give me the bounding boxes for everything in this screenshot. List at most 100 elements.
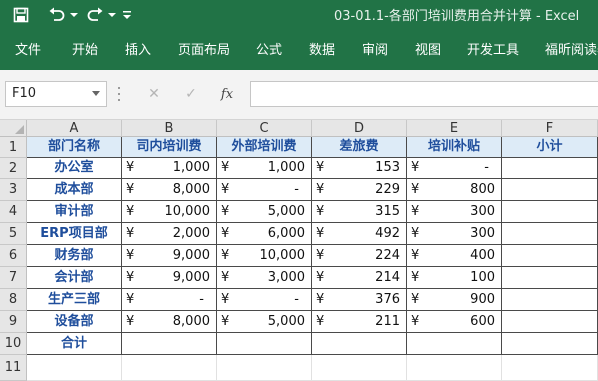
table-header-cell[interactable]: 培训补贴: [407, 137, 502, 158]
amount-cell[interactable]: ¥153: [312, 158, 407, 179]
department-name-cell[interactable]: ERP项目部: [27, 223, 122, 245]
amount-cell[interactable]: ¥1,000: [122, 158, 217, 179]
tab-file[interactable]: 文件: [15, 39, 41, 58]
table-header-cell[interactable]: 小计: [502, 137, 598, 158]
department-name-cell[interactable]: 成本部: [27, 179, 122, 201]
subtotal-cell[interactable]: [502, 245, 598, 267]
empty-cell[interactable]: [407, 355, 502, 381]
tab-foxit-reader[interactable]: 福昕阅读器: [545, 39, 598, 58]
amount-cell[interactable]: ¥900: [407, 289, 502, 311]
row-header-7[interactable]: 7: [0, 267, 27, 289]
department-name-cell[interactable]: 办公室: [27, 158, 122, 179]
column-header-a[interactable]: A: [27, 120, 122, 137]
amount-cell[interactable]: ¥5,000: [217, 311, 312, 333]
subtotal-cell[interactable]: [502, 267, 598, 289]
amount-cell[interactable]: ¥ -: [217, 289, 312, 311]
total-cell[interactable]: [122, 333, 217, 355]
total-cell[interactable]: [407, 333, 502, 355]
insert-function-icon[interactable]: fx: [216, 83, 238, 105]
table-header-cell[interactable]: 部门名称: [27, 137, 122, 158]
total-cell[interactable]: [312, 333, 407, 355]
tab-home[interactable]: 开始: [72, 39, 98, 58]
table-header-cell[interactable]: 外部培训费: [217, 137, 312, 158]
name-box[interactable]: F10: [5, 81, 107, 107]
column-header-f[interactable]: F: [502, 120, 598, 137]
redo-dropdown-icon[interactable]: [106, 4, 118, 26]
column-header-d[interactable]: D: [312, 120, 407, 137]
tab-insert[interactable]: 插入: [125, 39, 151, 58]
cancel-icon[interactable]: ✕: [143, 83, 165, 105]
amount-cell[interactable]: ¥10,000: [217, 245, 312, 267]
tab-page-layout[interactable]: 页面布局: [178, 39, 230, 58]
column-header-e[interactable]: E: [407, 120, 502, 137]
subtotal-cell[interactable]: [502, 311, 598, 333]
department-name-cell[interactable]: 设备部: [27, 311, 122, 333]
customize-qat-icon[interactable]: [120, 4, 134, 26]
total-cell[interactable]: [502, 333, 598, 355]
column-header-b[interactable]: B: [122, 120, 217, 137]
undo-icon[interactable]: [46, 4, 68, 26]
amount-cell[interactable]: ¥3,000: [217, 267, 312, 289]
amount-cell[interactable]: ¥6,000: [217, 223, 312, 245]
row-header-10[interactable]: 10: [0, 333, 27, 355]
row-header-2[interactable]: 2: [0, 158, 27, 179]
amount-cell[interactable]: ¥300: [407, 223, 502, 245]
amount-cell[interactable]: ¥10,000: [122, 201, 217, 223]
empty-cell[interactable]: [217, 355, 312, 381]
empty-cell[interactable]: [122, 355, 217, 381]
department-name-cell[interactable]: 生产三部: [27, 289, 122, 311]
amount-cell[interactable]: ¥229: [312, 179, 407, 201]
tab-review[interactable]: 审阅: [362, 39, 388, 58]
empty-cell[interactable]: [312, 355, 407, 381]
row-header-9[interactable]: 9: [0, 311, 27, 333]
column-header-c[interactable]: C: [217, 120, 312, 137]
total-label-cell[interactable]: 合计: [27, 333, 122, 355]
row-header-5[interactable]: 5: [0, 223, 27, 245]
chevron-down-icon[interactable]: [92, 91, 100, 96]
department-name-cell[interactable]: 会计部: [27, 267, 122, 289]
undo-dropdown-icon[interactable]: [68, 4, 80, 26]
row-header-1[interactable]: 1: [0, 137, 27, 158]
redo-icon[interactable]: [84, 4, 106, 26]
formula-input[interactable]: [250, 81, 598, 107]
table-header-cell[interactable]: 司内培训费: [122, 137, 217, 158]
amount-cell[interactable]: ¥211: [312, 311, 407, 333]
empty-cell[interactable]: [502, 355, 598, 381]
amount-cell[interactable]: ¥5,000: [217, 201, 312, 223]
row-header-8[interactable]: 8: [0, 289, 27, 311]
worksheet-grid[interactable]: A B C D E F 1 2 3 4 5 6 7 8 9 10 11 部门名称 司内培训费 外部培训费 差旅费 培训补贴…: [0, 120, 598, 381]
department-name-cell[interactable]: 审计部: [27, 201, 122, 223]
drag-handle-icon[interactable]: [118, 87, 121, 101]
amount-cell[interactable]: ¥ -: [122, 289, 217, 311]
amount-cell[interactable]: ¥ -: [407, 158, 502, 179]
subtotal-cell[interactable]: [502, 201, 598, 223]
tab-view[interactable]: 视图: [415, 39, 441, 58]
tab-developer[interactable]: 开发工具: [467, 39, 519, 58]
subtotal-cell[interactable]: [502, 158, 598, 179]
amount-cell[interactable]: ¥1,000: [217, 158, 312, 179]
select-all-button[interactable]: [0, 120, 27, 137]
amount-cell[interactable]: ¥800: [407, 179, 502, 201]
department-name-cell[interactable]: 财务部: [27, 245, 122, 267]
table-header-cell[interactable]: 差旅费: [312, 137, 407, 158]
amount-cell[interactable]: ¥2,000: [122, 223, 217, 245]
total-cell[interactable]: [217, 333, 312, 355]
subtotal-cell[interactable]: [502, 179, 598, 201]
amount-cell[interactable]: ¥315: [312, 201, 407, 223]
amount-cell[interactable]: ¥9,000: [122, 267, 217, 289]
amount-cell[interactable]: ¥100: [407, 267, 502, 289]
amount-cell[interactable]: ¥600: [407, 311, 502, 333]
row-header-6[interactable]: 6: [0, 245, 27, 267]
tab-data[interactable]: 数据: [309, 39, 335, 58]
empty-cell[interactable]: [27, 355, 122, 381]
save-icon[interactable]: [10, 4, 32, 26]
amount-cell[interactable]: ¥492: [312, 223, 407, 245]
amount-cell[interactable]: ¥400: [407, 245, 502, 267]
amount-cell[interactable]: ¥8,000: [122, 311, 217, 333]
amount-cell[interactable]: ¥ -: [217, 179, 312, 201]
amount-cell[interactable]: ¥214: [312, 267, 407, 289]
amount-cell[interactable]: ¥9,000: [122, 245, 217, 267]
subtotal-cell[interactable]: [502, 223, 598, 245]
enter-icon[interactable]: ✓: [180, 83, 202, 105]
amount-cell[interactable]: ¥8,000: [122, 179, 217, 201]
